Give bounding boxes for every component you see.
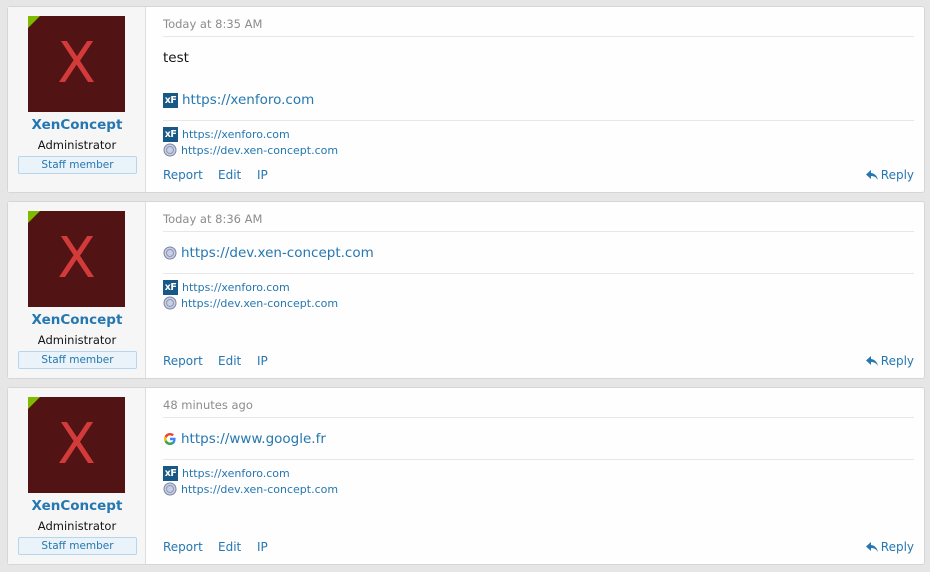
- post-date[interactable]: Today at 8:35 AM: [163, 17, 914, 37]
- links-list: xF https://xenforo.com https://dev.xen-c…: [163, 273, 914, 311]
- unfurl-link[interactable]: https://www.google.fr: [163, 430, 326, 448]
- avatar[interactable]: X: [28, 211, 125, 307]
- staff-badge: Staff member: [18, 156, 137, 174]
- avatar-letter: X: [57, 226, 96, 291]
- xenforo-icon: xF: [163, 279, 178, 295]
- xenforo-icon: xF: [163, 126, 178, 142]
- post-main: Today at 8:35 AM test xF https://xenforo…: [163, 7, 914, 192]
- unfurl-url[interactable]: https://xenforo.com: [182, 92, 314, 108]
- post-main: Today at 8:36 AM https://dev.xen-concept…: [163, 202, 914, 378]
- link-url[interactable]: https://xenforo.com: [182, 281, 290, 294]
- link-row[interactable]: xF https://xenforo.com: [163, 465, 914, 481]
- user-cell: X XenConcept Administrator Staff member: [8, 7, 146, 192]
- link-url[interactable]: https://xenforo.com: [182, 128, 290, 141]
- reply-button[interactable]: Reply: [865, 540, 914, 554]
- post: X XenConcept Administrator Staff member …: [7, 6, 925, 193]
- link-url[interactable]: https://dev.xen-concept.com: [181, 483, 338, 496]
- link-row[interactable]: xF https://xenforo.com: [163, 126, 914, 142]
- post-main: 48 minutes ago https://www.google.fr xF …: [163, 388, 914, 564]
- post-date[interactable]: 48 minutes ago: [163, 398, 914, 418]
- link-url[interactable]: https://xenforo.com: [182, 467, 290, 480]
- globe-icon: [163, 296, 177, 310]
- xenforo-icon: xF: [163, 92, 178, 108]
- globe-icon: [163, 482, 177, 496]
- reply-button[interactable]: Reply: [865, 354, 914, 368]
- reply-label: Reply: [880, 354, 914, 368]
- username[interactable]: XenConcept: [8, 498, 146, 514]
- link-row[interactable]: https://dev.xen-concept.com: [163, 142, 914, 158]
- globe-icon: [163, 143, 177, 157]
- google-icon: [164, 433, 176, 445]
- unfurl-url[interactable]: https://www.google.fr: [181, 431, 326, 447]
- report-link[interactable]: Report: [163, 540, 203, 554]
- user-title: Administrator: [37, 138, 117, 152]
- avatar[interactable]: X: [28, 397, 125, 493]
- reply-button[interactable]: Reply: [865, 168, 914, 182]
- unfurl-link[interactable]: https://dev.xen-concept.com: [163, 244, 374, 262]
- link-url[interactable]: https://dev.xen-concept.com: [181, 297, 338, 310]
- post-footer: Report Edit IP Reply: [163, 354, 914, 370]
- ip-link[interactable]: IP: [257, 168, 268, 182]
- edit-link[interactable]: Edit: [218, 168, 241, 182]
- link-row[interactable]: https://dev.xen-concept.com: [163, 481, 914, 497]
- user-cell: X XenConcept Administrator Staff member: [8, 388, 146, 564]
- online-indicator: [28, 16, 40, 28]
- reply-label: Reply: [880, 540, 914, 554]
- unfurl-link[interactable]: xF https://xenforo.com: [163, 91, 314, 109]
- ip-link[interactable]: IP: [257, 354, 268, 368]
- reply-icon: [865, 355, 878, 366]
- unfurl-url[interactable]: https://dev.xen-concept.com: [181, 245, 374, 261]
- post-footer: Report Edit IP Reply: [163, 540, 914, 556]
- ip-link[interactable]: IP: [257, 540, 268, 554]
- edit-link[interactable]: Edit: [218, 540, 241, 554]
- user-cell: X XenConcept Administrator Staff member: [8, 202, 146, 378]
- reply-label: Reply: [880, 168, 914, 182]
- reply-icon: [865, 169, 878, 180]
- post: X XenConcept Administrator Staff member …: [7, 387, 925, 565]
- xenforo-icon: xF: [163, 465, 178, 481]
- links-list: xF https://xenforo.com https://dev.xen-c…: [163, 120, 914, 158]
- staff-badge: Staff member: [18, 537, 137, 555]
- edit-link[interactable]: Edit: [218, 354, 241, 368]
- username[interactable]: XenConcept: [8, 117, 146, 133]
- link-row[interactable]: https://dev.xen-concept.com: [163, 295, 914, 311]
- report-link[interactable]: Report: [163, 168, 203, 182]
- username[interactable]: XenConcept: [8, 312, 146, 328]
- user-title: Administrator: [37, 333, 117, 347]
- link-url[interactable]: https://dev.xen-concept.com: [181, 144, 338, 157]
- message-text: test: [163, 50, 189, 66]
- avatar-letter: X: [57, 412, 96, 477]
- avatar-letter: X: [57, 31, 96, 96]
- avatar[interactable]: X: [28, 16, 125, 112]
- link-row[interactable]: xF https://xenforo.com: [163, 279, 914, 295]
- globe-icon: [163, 246, 177, 260]
- staff-badge: Staff member: [18, 351, 137, 369]
- post: X XenConcept Administrator Staff member …: [7, 201, 925, 379]
- report-link[interactable]: Report: [163, 354, 203, 368]
- post-date[interactable]: Today at 8:36 AM: [163, 212, 914, 232]
- reply-icon: [865, 541, 878, 552]
- online-indicator: [28, 397, 40, 409]
- online-indicator: [28, 211, 40, 223]
- links-list: xF https://xenforo.com https://dev.xen-c…: [163, 459, 914, 497]
- post-footer: Report Edit IP Reply: [163, 168, 914, 184]
- user-title: Administrator: [37, 519, 117, 533]
